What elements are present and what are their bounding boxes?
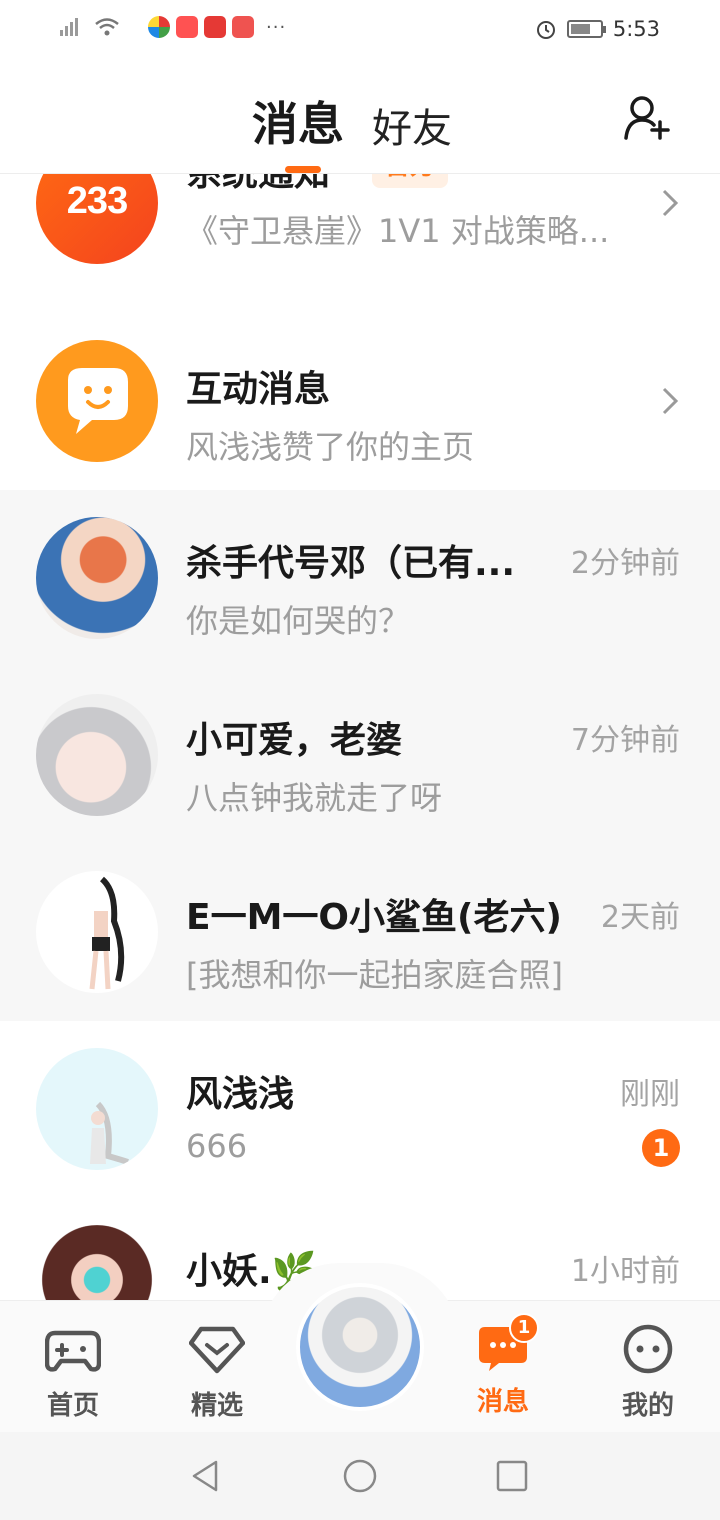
nav-item-me[interactable]: 我的 bbox=[593, 1323, 703, 1422]
conversation-time: 7分钟前 bbox=[570, 723, 680, 758]
app-icon bbox=[148, 16, 170, 38]
status-bar: ··· 5:53 bbox=[0, 0, 720, 62]
gamepad-icon bbox=[44, 1330, 102, 1372]
list-item[interactable]: E一M一O小鲨鱼(老六) 2天前 [我想和你一起拍家庭合照] bbox=[0, 844, 720, 1021]
add-user-icon[interactable] bbox=[622, 92, 672, 142]
official-badge: 官方 bbox=[372, 174, 449, 188]
user-avatar bbox=[36, 1225, 158, 1300]
user-avatar bbox=[36, 1048, 158, 1170]
list-item[interactable]: 杀手代号邓（已有... 2分钟前 你是如何哭的？ bbox=[0, 490, 720, 667]
battery-icon bbox=[566, 20, 606, 38]
heart-diamond-icon bbox=[188, 1326, 246, 1374]
nav-label: 首页 bbox=[46, 1391, 99, 1421]
conversation-preview: 《守卫悬崖》1V1 对战策略... bbox=[186, 212, 610, 250]
list-item[interactable]: 互动消息 风浅浅赞了你的主页 bbox=[0, 314, 720, 490]
app-icon bbox=[176, 16, 198, 38]
wifi-icon bbox=[95, 18, 119, 36]
conversation-time: 2分钟前 bbox=[570, 546, 680, 581]
interaction-avatar bbox=[36, 340, 158, 462]
user-avatar bbox=[36, 517, 158, 639]
conversation-list: 233 系统通知 官方 《守卫悬崖》1V1 对战策略... 互动消息 风浅浅赞了… bbox=[0, 174, 720, 1300]
conversation-title: 互动消息 bbox=[186, 369, 331, 410]
nav-badge: 1 bbox=[509, 1313, 539, 1343]
user-avatar bbox=[36, 694, 158, 816]
conversation-title: 风浅浅 bbox=[186, 1074, 295, 1115]
unread-badge: 1 bbox=[642, 1129, 680, 1167]
tab-friends[interactable]: 好友 bbox=[372, 96, 452, 154]
tab-indicator bbox=[285, 166, 321, 173]
more-indicator: ··· bbox=[266, 16, 287, 38]
center-avatar-button[interactable] bbox=[296, 1283, 424, 1411]
avatar-text: 233 bbox=[66, 180, 128, 222]
conversation-title: 杀手代号邓（已有... bbox=[186, 543, 516, 584]
nav-label: 我的 bbox=[621, 1391, 674, 1421]
chat-icon: 1 bbox=[475, 1313, 539, 1375]
app-icon bbox=[204, 16, 226, 38]
top-header: 消息 好友 bbox=[0, 62, 720, 174]
nav-item-home[interactable]: 首页 bbox=[18, 1323, 128, 1422]
status-time: 5:53 bbox=[612, 17, 660, 41]
list-item[interactable]: 233 系统通知 官方 《守卫悬崖》1V1 对战策略... bbox=[0, 174, 720, 314]
conversation-time: 2天前 bbox=[600, 900, 680, 935]
face-icon bbox=[623, 1324, 673, 1374]
conversation-preview: [我想和你一起拍家庭合照] bbox=[186, 956, 563, 994]
nav-item-messages[interactable]: 1 消息 bbox=[448, 1313, 558, 1418]
conversation-time: 1小时前 bbox=[570, 1254, 680, 1289]
signal-icon bbox=[58, 16, 80, 38]
back-icon[interactable] bbox=[188, 1458, 224, 1494]
nav-label: 消息 bbox=[476, 1387, 529, 1417]
conversation-preview: 八点钟我就走了呀 bbox=[186, 779, 443, 817]
nav-item-featured[interactable]: 精选 bbox=[162, 1323, 272, 1422]
chevron-right-icon bbox=[662, 387, 679, 415]
chat-smile-icon bbox=[68, 368, 128, 434]
home-icon[interactable] bbox=[342, 1458, 378, 1494]
conversation-preview: 你是如何哭的？ bbox=[186, 602, 411, 640]
user-avatar bbox=[36, 871, 158, 993]
nav-label: 精选 bbox=[190, 1391, 243, 1421]
conversation-preview: 风浅浅赞了你的主页 bbox=[186, 428, 475, 466]
chevron-right-icon bbox=[662, 189, 679, 217]
list-item[interactable]: 小可爱，老婆 7分钟前 八点钟我就走了呀 bbox=[0, 667, 720, 844]
conversation-title: E一M一O小鲨鱼(老六) bbox=[186, 897, 562, 938]
conversation-title: 系统通知 bbox=[186, 174, 330, 196]
tab-messages[interactable]: 消息 bbox=[252, 88, 344, 154]
bottom-nav: 首页 精选 1 消息 我的 bbox=[0, 1263, 720, 1432]
system-nav-bar bbox=[0, 1432, 720, 1520]
list-item[interactable]: 风浅浅 刚刚 666 1 bbox=[0, 1021, 720, 1198]
alarm-icon bbox=[536, 21, 555, 39]
conversation-title: 小可爱，老婆 bbox=[186, 720, 403, 761]
recents-icon[interactable] bbox=[494, 1458, 530, 1494]
app-icon bbox=[232, 16, 254, 38]
system-avatar: 233 bbox=[36, 174, 158, 264]
conversation-preview: 666 bbox=[186, 1127, 248, 1165]
conversation-time: 刚刚 bbox=[620, 1077, 680, 1112]
